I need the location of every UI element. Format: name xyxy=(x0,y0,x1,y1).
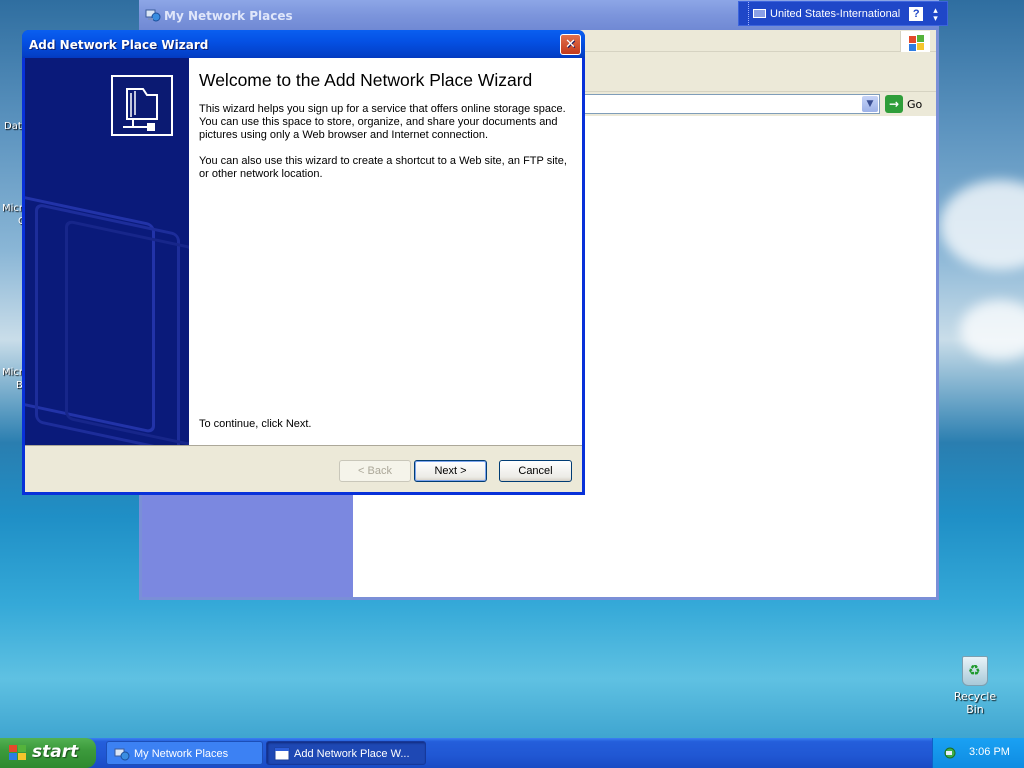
wizard-paragraph-1: This wizard helps you sign up for a serv… xyxy=(199,103,566,141)
close-icon: ✕ xyxy=(565,37,576,52)
folder-watermark xyxy=(65,219,189,445)
wizard-footer: < Back Next > Cancel xyxy=(25,445,582,492)
go-label: Go xyxy=(907,97,923,111)
wizard-paragraph-2: You can also use this wizard to create a… xyxy=(199,155,567,180)
wizard-titlebar[interactable]: Add Network Place Wizard ✕ xyxy=(22,30,585,58)
next-button[interactable]: Next > xyxy=(414,460,487,482)
close-button[interactable]: ✕ xyxy=(560,34,581,55)
clock[interactable]: 3:06 PM xyxy=(969,746,1010,758)
wizard-main-panel: Welcome to the Add Network Place Wizard … xyxy=(189,58,582,445)
system-tray: 3:06 PM xyxy=(932,738,1024,768)
task-label: My Network Places xyxy=(134,748,229,760)
recycle-bin-icon: ♻ xyxy=(962,656,988,686)
taskbar: start My Network Places Add Network Plac… xyxy=(0,738,1024,768)
recycle-bin-label: Recycle Bin xyxy=(953,690,997,716)
windows-logo-icon xyxy=(900,31,930,53)
language-bar-grip[interactable] xyxy=(739,2,749,25)
windows-flag-icon xyxy=(9,745,27,761)
cloud xyxy=(960,300,1024,360)
language-bar[interactable]: United States-International ? ▴ ▾ xyxy=(738,1,948,26)
task-label: Add Network Place W... xyxy=(294,748,410,760)
go-arrow-icon: → xyxy=(885,95,903,113)
address-input[interactable]: ▼ xyxy=(582,94,880,114)
desktop-icon-label[interactable]: Dat xyxy=(4,121,22,132)
wizard-window-icon xyxy=(274,747,290,761)
keyboard-icon xyxy=(753,9,766,18)
language-bar-options[interactable]: ▴ ▾ xyxy=(933,5,938,22)
start-button[interactable]: start xyxy=(0,738,96,768)
explorer-title: My Network Places xyxy=(164,9,293,23)
cancel-button[interactable]: Cancel xyxy=(499,460,572,482)
network-places-icon xyxy=(145,9,161,22)
wizard-side-panel xyxy=(25,58,189,445)
network-places-icon xyxy=(114,748,130,761)
wizard-title: Add Network Place Wizard xyxy=(29,38,209,52)
recycle-bin[interactable]: ♻ Recycle Bin xyxy=(944,656,1006,716)
network-tray-icon[interactable] xyxy=(943,746,957,760)
language-label[interactable]: United States-International xyxy=(770,8,900,20)
network-folder-icon xyxy=(111,75,173,136)
wizard-dialog: Add Network Place Wizard ✕ Welcome to th… xyxy=(22,30,585,495)
back-button[interactable]: < Back xyxy=(339,460,411,482)
cloud xyxy=(940,180,1024,270)
desktop-icon-label[interactable]: Micr xyxy=(2,367,23,378)
help-icon[interactable]: ? xyxy=(909,6,924,21)
desktop-icon-label[interactable]: Micr xyxy=(2,203,23,214)
go-button[interactable]: → Go xyxy=(885,95,922,113)
wizard-body: Welcome to the Add Network Place Wizard … xyxy=(25,58,582,492)
dropdown-arrow-icon[interactable]: ▼ xyxy=(862,96,878,112)
taskbar-button-my-network-places[interactable]: My Network Places xyxy=(106,741,263,765)
taskbar-button-add-network-place-wizard[interactable]: Add Network Place W... xyxy=(266,741,426,765)
start-label: start xyxy=(32,742,79,762)
wizard-continue-text: To continue, click Next. xyxy=(199,418,312,430)
wizard-heading: Welcome to the Add Network Place Wizard xyxy=(199,70,533,90)
